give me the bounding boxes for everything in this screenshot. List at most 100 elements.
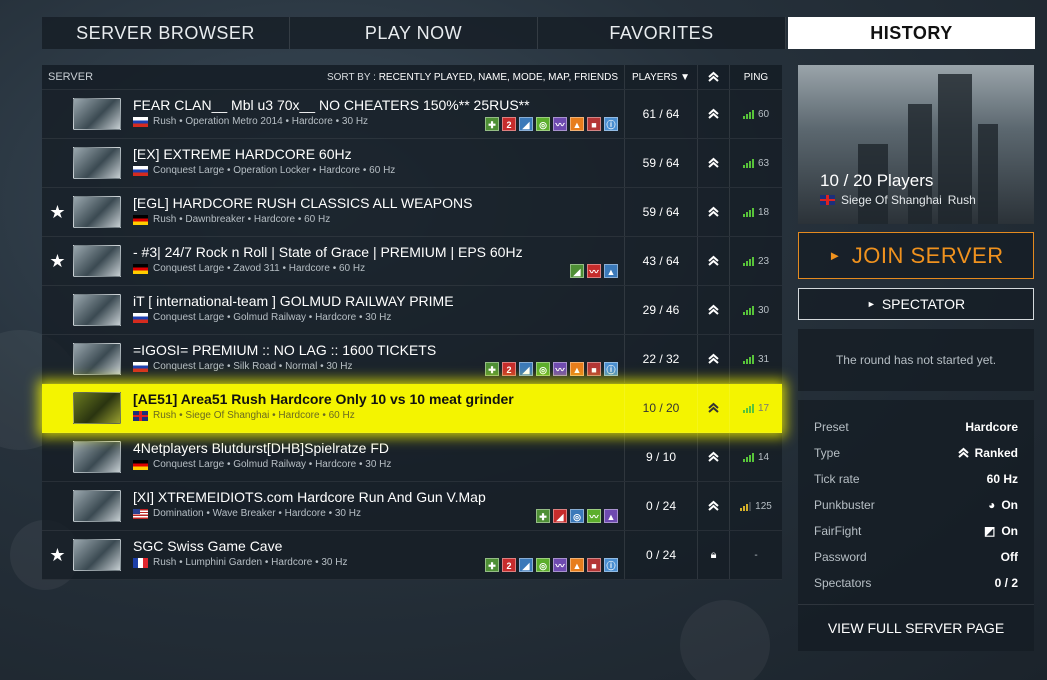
ping-signal-icon bbox=[742, 354, 754, 364]
player-count: 61 / 64 bbox=[624, 90, 697, 138]
server-row[interactable]: ★ SGC Swiss Game Cave Rush • Lumphini Ga… bbox=[42, 531, 782, 580]
tab-server-browser[interactable]: SERVER BROWSER bbox=[42, 17, 290, 49]
server-setting-badge-icon: ✚ bbox=[485, 117, 499, 131]
punkbuster-icon: ◕ bbox=[988, 498, 996, 512]
server-mode-map-info: Conquest Large • Silk Road • Normal • 30… bbox=[153, 361, 353, 372]
favorite-star-icon[interactable]: ★ bbox=[42, 188, 73, 236]
server-setting-badge-icon: ■ bbox=[587, 117, 601, 131]
server-details-panel: 10 / 20 Players Siege Of Shanghai Rush ►… bbox=[798, 65, 1034, 651]
round-status-message: The round has not started yet. bbox=[798, 329, 1034, 391]
map-thumbnail bbox=[73, 490, 121, 522]
server-setting-badge-icon: ◎ bbox=[570, 509, 584, 523]
server-setting-badge-icon: 〰 bbox=[587, 264, 601, 278]
favorite-star-icon[interactable] bbox=[42, 433, 73, 481]
server-row[interactable]: ★ - #3| 24/7 Rock n Roll | State of Grac… bbox=[42, 237, 782, 286]
ping-signal-icon bbox=[742, 207, 754, 217]
favorite-star-icon[interactable] bbox=[42, 139, 73, 187]
map-thumbnail bbox=[73, 147, 121, 179]
favorite-star-icon[interactable]: ★ bbox=[42, 531, 73, 579]
server-setting-badge-icon: ⓘ bbox=[604, 558, 618, 572]
server-row[interactable]: 4Netplayers Blutdurst[DHB]Spielratze FD … bbox=[42, 433, 782, 482]
server-row[interactable]: [XI] XTREMEIDIOTS.com Hardcore Run And G… bbox=[42, 482, 782, 531]
server-setting-badge-icon: ✚ bbox=[485, 558, 499, 572]
server-row[interactable]: [AE51] Area51 Rush Hardcore Only 10 vs 1… bbox=[42, 384, 782, 433]
ranked-chevron-icon bbox=[708, 304, 719, 315]
sort-by-control[interactable]: SORT BY : RECENTLY PLAYED, NAME, MODE, M… bbox=[327, 72, 618, 83]
view-full-server-page-button[interactable]: VIEW FULL SERVER PAGE bbox=[798, 604, 1034, 651]
server-badges: ◢ 〰 ▲ bbox=[570, 264, 618, 278]
tab-history[interactable]: HISTORY bbox=[788, 17, 1035, 49]
server-row[interactable]: =IGOSI= PREMIUM :: NO LAG :: 1600 TICKET… bbox=[42, 335, 782, 384]
join-server-button[interactable]: ► JOIN SERVER bbox=[798, 232, 1034, 279]
ping-signal-icon bbox=[742, 256, 754, 266]
setting-preset: Preset Hardcore bbox=[814, 420, 1018, 434]
server-type-cell bbox=[697, 139, 729, 187]
server-mode-map-info: Rush • Lumphini Garden • Hardcore • 30 H… bbox=[153, 557, 348, 568]
favorite-star-icon[interactable] bbox=[42, 482, 73, 530]
rank-column-header[interactable] bbox=[697, 65, 729, 89]
server-column-header[interactable]: SERVER bbox=[48, 71, 93, 83]
server-rows: FEAR CLAN__ Mbl u3 70x__ NO CHEATERS 150… bbox=[42, 90, 782, 580]
server-row[interactable]: iT [ international-team ] GOLMUD RAILWAY… bbox=[42, 286, 782, 335]
player-count: 22 / 32 bbox=[624, 335, 697, 383]
spectator-label: SPECTATOR bbox=[881, 296, 966, 312]
server-setting-badge-icon: ■ bbox=[587, 362, 601, 376]
server-row[interactable]: ★ [EGL] HARDCORE RUSH CLASSICS ALL WEAPO… bbox=[42, 188, 782, 237]
server-row[interactable]: FEAR CLAN__ Mbl u3 70x__ NO CHEATERS 150… bbox=[42, 90, 782, 139]
tab-play-now[interactable]: PLAY NOW bbox=[290, 17, 538, 49]
server-setting-badge-icon: 2 bbox=[502, 362, 516, 376]
server-setting-badge-icon: ✚ bbox=[536, 509, 550, 523]
ping-cell: 125 bbox=[729, 482, 782, 530]
player-count: 59 / 64 bbox=[624, 139, 697, 187]
ru-flag-icon bbox=[133, 361, 148, 372]
player-count: 9 / 10 bbox=[624, 433, 697, 481]
ping-cell: 14 bbox=[729, 433, 782, 481]
server-type-cell bbox=[697, 384, 729, 432]
server-setting-badge-icon: ■ bbox=[587, 558, 601, 572]
setting-spectators: Spectators 0 / 2 bbox=[814, 576, 1018, 590]
players-column-header[interactable]: PLAYERS ▼ bbox=[624, 65, 697, 89]
favorite-star-icon[interactable]: ★ bbox=[42, 237, 73, 285]
player-count: 0 / 24 bbox=[624, 531, 697, 579]
ping-cell: 30 bbox=[729, 286, 782, 334]
map-thumbnail bbox=[73, 392, 121, 424]
server-setting-badge-icon: 〰 bbox=[553, 117, 567, 131]
favorite-star-icon[interactable] bbox=[42, 384, 73, 432]
server-mode-map-info: Domination • Wave Breaker • Hardcore • 3… bbox=[153, 508, 361, 519]
ranked-chevron-icon bbox=[708, 402, 719, 413]
ping-column-header[interactable]: PING bbox=[729, 65, 782, 89]
ru-flag-icon bbox=[133, 312, 148, 323]
us-flag-icon bbox=[133, 508, 148, 519]
ping-cell: 31 bbox=[729, 335, 782, 383]
uk-flag-icon bbox=[133, 410, 148, 421]
de-flag-icon bbox=[133, 263, 148, 274]
player-count: 10 / 20 bbox=[624, 384, 697, 432]
server-type-cell bbox=[697, 90, 729, 138]
server-setting-badge-icon: ◢ bbox=[519, 362, 533, 376]
setting-type: Type Ranked bbox=[814, 446, 1018, 460]
server-row[interactable]: [EX] EXTREME HARDCORE 60Hz Conquest Larg… bbox=[42, 139, 782, 188]
ping-cell: 17 bbox=[729, 384, 782, 432]
spectator-button[interactable]: ► SPECTATOR bbox=[798, 288, 1034, 320]
server-mode-map-info: Rush • Operation Metro 2014 • Hardcore •… bbox=[153, 116, 369, 127]
ping-cell: 63 bbox=[729, 139, 782, 187]
favorite-star-icon[interactable] bbox=[42, 335, 73, 383]
favorite-star-icon[interactable] bbox=[42, 286, 73, 334]
server-badges: ✚ 2 ◢ ◎ 〰 ▲ ■ ⓘ bbox=[485, 362, 618, 376]
ping-cell: 18 bbox=[729, 188, 782, 236]
ping-value: 18 bbox=[757, 206, 770, 218]
type-value: Ranked bbox=[974, 446, 1018, 460]
server-setting-badge-icon: ⓘ bbox=[604, 117, 618, 131]
preview-map-name: Siege Of Shanghai bbox=[841, 193, 942, 207]
ping-value: - bbox=[754, 549, 758, 561]
sort-by-options[interactable]: RECENTLY PLAYED, NAME, MODE, MAP, FRIEND… bbox=[379, 72, 618, 83]
server-name: FEAR CLAN__ Mbl u3 70x__ NO CHEATERS 150… bbox=[133, 97, 530, 113]
server-list-header: SERVER SORT BY : RECENTLY PLAYED, NAME, … bbox=[42, 65, 782, 90]
server-setting-badge-icon: ▲ bbox=[570, 362, 584, 376]
tab-favorites[interactable]: FAVORITES bbox=[538, 17, 786, 49]
server-mode-map-info: Conquest Large • Operation Locker • Hard… bbox=[153, 165, 396, 176]
server-mode-map-info: Conquest Large • Golmud Railway • Hardco… bbox=[153, 459, 392, 470]
setting-punkbuster: Punkbuster ◕ On bbox=[814, 498, 1018, 512]
server-setting-badge-icon: ◢ bbox=[519, 117, 533, 131]
favorite-star-icon[interactable] bbox=[42, 90, 73, 138]
